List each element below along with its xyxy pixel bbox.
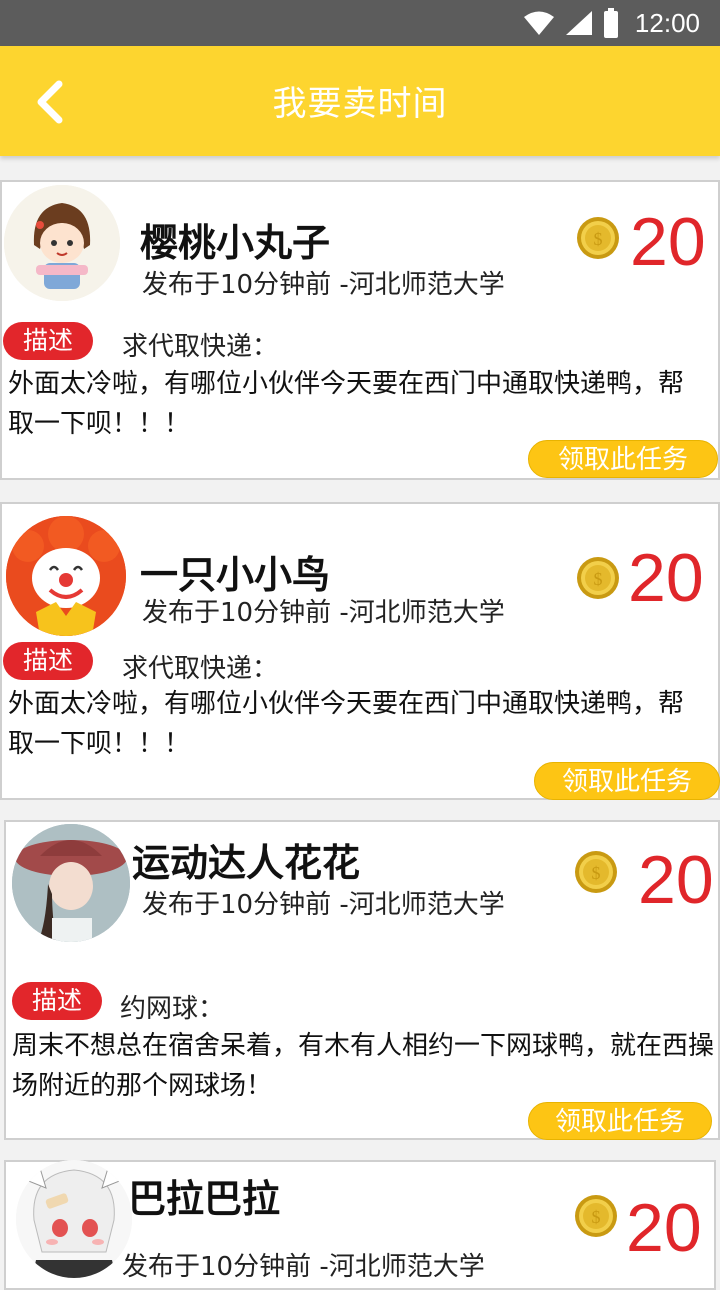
page-title: 我要卖时间	[272, 84, 448, 124]
price: 20	[628, 540, 704, 616]
description-text: 周末不想总在宿舍呆着，有木有人相约一下网球鸭，就在西操场附近的那个网球场！	[12, 1031, 715, 1101]
description-tag: 描述	[3, 322, 93, 360]
svg-text:$: $	[592, 863, 601, 883]
photo-avatar-icon	[12, 824, 130, 942]
battery-icon	[603, 8, 618, 38]
wifi-icon	[523, 11, 554, 35]
anime-avatar-icon	[16, 1160, 132, 1278]
request-title: 求代取快递：	[122, 332, 279, 362]
status-icons: 12:00	[523, 6, 700, 40]
girl-avatar-icon	[4, 185, 120, 301]
take-task-button[interactable]: 领取此任务	[528, 1102, 712, 1140]
status-bar: 12:00	[0, 0, 720, 46]
task-card: 一只小小鸟 发布于10分钟前 -河北师范大学 $ 20 描述 求代取快递： 外面…	[0, 502, 720, 800]
user-name: 运动达人花花	[132, 841, 361, 885]
user-name: 巴拉巴拉	[128, 1177, 281, 1221]
post-meta: 发布于10分钟前 -河北师范大学	[122, 1252, 485, 1282]
coin-icon: $	[577, 217, 619, 259]
task-card: 樱桃小丸子 发布于10分钟前 -河北师范大学 $ 20 描述 求代取快递： 外面…	[0, 180, 720, 480]
price: 20	[638, 842, 714, 918]
task-card: 运动达人花花 发布于10分钟前 -河北师范大学 $ 20 描述 约网球： 周末不…	[4, 820, 720, 1140]
description-tag: 描述	[12, 982, 102, 1020]
clown-avatar-icon	[6, 516, 126, 636]
price: 20	[630, 204, 706, 280]
app-bar: 我要卖时间	[0, 46, 720, 156]
svg-text:$: $	[592, 1207, 601, 1227]
svg-text:$: $	[594, 229, 603, 249]
coin-icon: $	[577, 557, 619, 599]
post-meta: 发布于10分钟前 -河北师范大学	[142, 890, 505, 920]
take-task-button[interactable]: 领取此任务	[534, 762, 720, 800]
post-meta: 发布于10分钟前 -河北师范大学	[142, 270, 505, 300]
description-text: 外面太冷啦，有哪位小伙伴今天要在西门中通取快递鸭，帮取一下呗！！！	[8, 369, 685, 439]
task-card: 巴拉巴拉 发布于10分钟前 -河北师范大学 $ 20	[4, 1160, 716, 1290]
user-name: 樱桃小丸子	[140, 221, 331, 265]
signal-icon	[565, 11, 592, 35]
svg-text:$: $	[594, 569, 603, 589]
take-task-button[interactable]: 领取此任务	[528, 440, 718, 478]
description-text: 外面太冷啦，有哪位小伙伴今天要在西门中通取快递鸭，帮取一下呗！！！	[8, 689, 685, 759]
request-title: 约网球：	[120, 994, 225, 1024]
price: 20	[626, 1190, 702, 1266]
coin-icon: $	[575, 851, 617, 893]
user-name: 一只小小鸟	[140, 553, 331, 597]
post-meta: 发布于10分钟前 -河北师范大学	[142, 598, 505, 628]
status-time: 12:00	[634, 7, 700, 38]
request-title: 求代取快递：	[122, 654, 279, 684]
coin-icon: $	[575, 1195, 617, 1237]
description-tag: 描述	[3, 642, 93, 680]
